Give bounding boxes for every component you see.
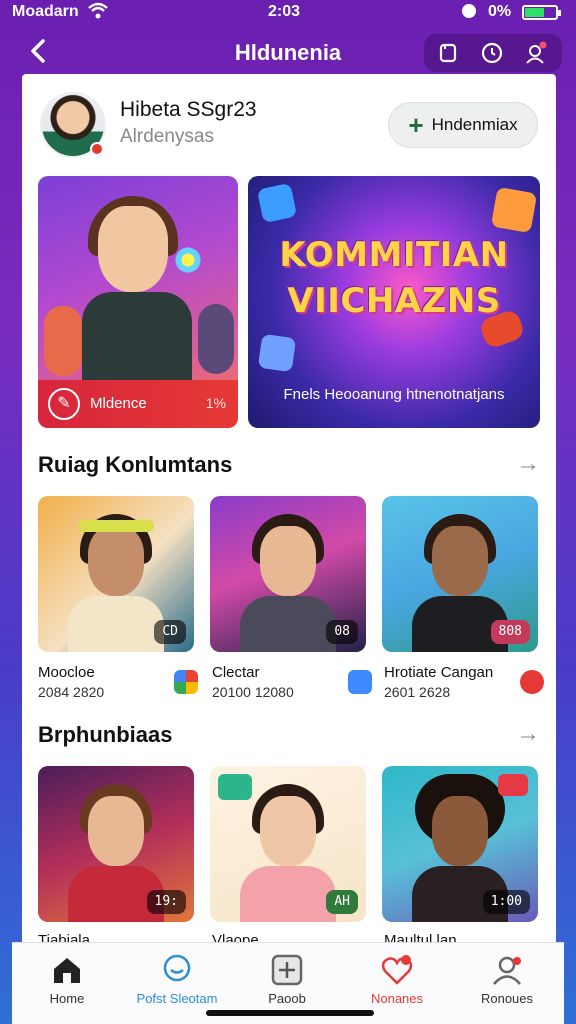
wifi-icon xyxy=(88,2,108,19)
featured-banner-left[interactable]: ✎ Mldence 1% xyxy=(38,176,238,428)
square-icon[interactable] xyxy=(436,41,460,65)
girl-body xyxy=(82,292,192,392)
tile-deco-icon xyxy=(490,186,538,234)
tab-profile[interactable]: Ronoues xyxy=(452,943,562,1013)
status-bar: Moadarn 2:03 0% xyxy=(0,0,576,26)
app-header: Hldunenia xyxy=(0,28,576,74)
person-face xyxy=(432,526,488,596)
main-card: Hibeta SSgr23 Alrdenysas + Hndenmiax ✎ M… xyxy=(22,74,556,954)
tab-post[interactable]: Pofst Sleotam xyxy=(122,943,232,1013)
person-face xyxy=(260,796,316,866)
girl-face xyxy=(98,206,168,292)
content-tile[interactable]: 808 xyxy=(382,496,538,652)
tab-label: Pofst Sleotam xyxy=(136,991,218,1006)
tile-badge: 08 xyxy=(326,620,358,644)
tile-name: Hrotiate Cangan xyxy=(384,664,494,681)
section-title: Brphunbiaas xyxy=(38,722,173,747)
follow-label: Hndenmiax xyxy=(431,115,518,134)
tab-label: Home xyxy=(49,991,85,1006)
alarm-icon xyxy=(462,4,476,18)
music-note-icon xyxy=(257,333,297,373)
firework-icon xyxy=(168,240,208,280)
banner-left-bar: ✎ Mldence 1% xyxy=(38,380,238,428)
section-header: Brphunbiaas → xyxy=(38,718,540,752)
person-face xyxy=(88,796,144,866)
chat-bubble-icon xyxy=(218,774,252,800)
kid-figure xyxy=(44,306,82,376)
profile-name: Hibeta SSgr23 xyxy=(120,98,257,121)
person-body xyxy=(240,866,336,922)
pin-icon: ✎ xyxy=(48,388,80,420)
content-tile[interactable]: AH xyxy=(210,766,366,922)
banner-left-label: Mldence xyxy=(90,395,147,412)
tile-stats: 2084 2820 xyxy=(38,684,105,700)
tile-stats: 20100 12080 xyxy=(212,684,294,700)
content-tile[interactable]: 19: xyxy=(38,766,194,922)
app-badge-icon xyxy=(174,670,198,694)
profile-row: Hibeta SSgr23 Alrdenysas + Hndenmiax xyxy=(22,74,556,174)
tab-label: Paoob xyxy=(268,991,306,1006)
section-header: Ruiag Konlumtans → xyxy=(38,448,540,482)
tab-label: Nonanes xyxy=(370,991,424,1006)
profile-subtitle: Alrdenysas xyxy=(120,126,214,147)
tab-home[interactable]: Home xyxy=(12,943,122,1013)
content-tile[interactable]: 08 xyxy=(210,496,366,652)
tile-badge: AH xyxy=(326,890,358,914)
link-icon xyxy=(498,774,528,796)
tile-badge: 808 xyxy=(490,620,530,644)
tile-badge: 19: xyxy=(146,890,186,914)
section-title: Ruiag Konlumtans xyxy=(38,452,233,477)
person-body xyxy=(68,596,164,652)
tile-stats: 2601 2628 xyxy=(384,684,451,700)
tile-name: Moocloe xyxy=(38,664,95,681)
headband xyxy=(78,520,154,532)
tab-add[interactable]: Paoob xyxy=(232,943,342,1013)
tile-badge: 1:00 xyxy=(482,890,530,914)
tab-likes[interactable]: Nonanes xyxy=(342,943,452,1013)
tile-meta: Hrotiate Cangan 2601 2628 xyxy=(384,664,544,708)
battery-fill xyxy=(525,8,545,17)
person-face xyxy=(432,796,488,866)
plus-square-icon xyxy=(271,954,303,986)
music-note-icon xyxy=(256,182,298,224)
chat-bubble-icon xyxy=(163,954,191,982)
header-actions xyxy=(424,34,562,72)
banner-right-title: KOMMITIAN VIICHAZNS xyxy=(279,235,509,321)
app-badge-icon xyxy=(348,670,372,694)
person-body xyxy=(240,596,336,652)
content-tile[interactable]: 1:00 xyxy=(382,766,538,922)
carrier-label: Moadarn xyxy=(12,3,79,20)
arrow-right-icon[interactable]: → xyxy=(516,450,540,478)
follow-button[interactable]: + Hndenmiax xyxy=(388,102,538,148)
banner-left-percent: 1% xyxy=(205,395,226,411)
banner-right-caption: Fnels Heooanung htnenotnatjans xyxy=(283,386,505,403)
house-icon xyxy=(54,958,80,983)
featured-banner-right[interactable]: KOMMITIAN VIICHAZNS Fnels Heooanung htne… xyxy=(248,176,540,428)
home-indicator[interactable] xyxy=(206,1010,374,1016)
notification-dot xyxy=(90,142,104,156)
heart-icon xyxy=(520,670,544,694)
heart-icon xyxy=(381,955,413,985)
contact-icon[interactable] xyxy=(524,41,548,65)
arrow-right-icon[interactable]: → xyxy=(516,720,540,748)
battery-percent: 0% xyxy=(488,3,512,20)
battery-icon xyxy=(522,5,561,20)
tab-label: Ronoues xyxy=(480,991,534,1006)
person-face xyxy=(260,526,316,596)
tile-meta: Clectar 20100 12080 xyxy=(212,664,372,708)
person-face xyxy=(88,526,144,596)
clock-time: 2:03 xyxy=(268,3,301,20)
content-tile[interactable]: CD xyxy=(38,496,194,652)
tile-name: Clectar xyxy=(212,664,260,681)
person-icon xyxy=(493,956,521,985)
plus-icon: + xyxy=(408,110,424,140)
tile-meta: Moocloe 2084 2820 xyxy=(38,664,198,708)
tile-badge: CD xyxy=(154,620,186,644)
kid-figure xyxy=(198,304,234,374)
clock-icon[interactable] xyxy=(480,41,504,65)
